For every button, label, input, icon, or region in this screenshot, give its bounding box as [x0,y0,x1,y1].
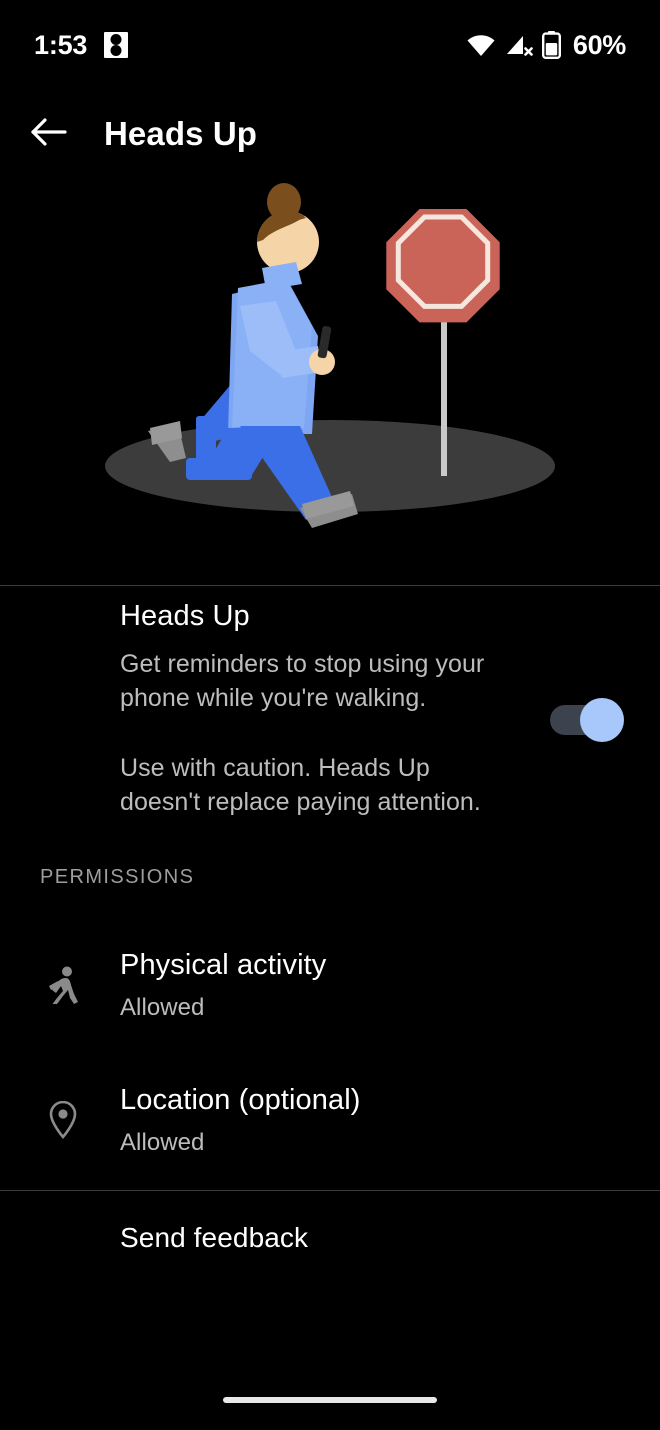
toggle-thumb [580,698,624,742]
location-pin-icon [38,1095,88,1145]
permissions-section-label: PERMISSIONS [40,866,195,888]
back-button[interactable] [20,105,78,163]
send-feedback-label: Send feedback [120,1222,309,1253]
wifi-icon [466,32,496,58]
status-bar-right: 60% [466,30,626,61]
two-dot-square-icon [104,32,129,58]
arrow-back-icon [30,115,68,154]
walking-person-stop-sign-graphic [105,183,555,528]
status-bar: 1:53 60% [0,0,660,90]
heads-up-toggle[interactable] [542,684,624,756]
battery-icon [541,31,561,59]
home-indicator-pill[interactable] [223,1397,437,1403]
page-title: Heads Up [104,115,258,152]
heads-up-description: Get reminders to stop using your phone w… [120,650,485,713]
status-bar-left: 1:53 [34,29,129,61]
hero-illustration [0,176,660,584]
heads-up-text-group: Heads Up Get reminders to stop using you… [120,600,542,819]
send-feedback-row[interactable]: Send feedback [0,1205,660,1271]
heads-up-caution: Use with caution. Heads Up doesn't repla… [120,754,481,817]
permission-row-location[interactable]: Location (optional) Allowed [0,1065,660,1175]
permission-text-location: Location (optional) Allowed [120,1083,361,1157]
divider-above-main [0,585,660,586]
phone-screen: 1:53 60% Heads Up Heads Up Get reminders… [0,0,660,1430]
clock: 1:53 [34,29,88,60]
running-person-icon [38,960,88,1010]
permission-status: Allowed [120,993,205,1021]
permission-row-physical-activity[interactable]: Physical activity Allowed [0,930,660,1040]
toggle-switch-on[interactable] [550,698,624,742]
permission-status: Allowed [120,1128,205,1156]
divider-above-feedback [0,1190,660,1191]
app-bar: Heads Up [0,92,660,176]
permission-title: Location (optional) [120,1084,361,1117]
cellular-off-icon [505,32,533,58]
permission-text-physical-activity: Physical activity Allowed [120,948,326,1022]
battery-percent: 60% [572,29,626,60]
permission-title: Physical activity [120,949,327,982]
heads-up-title: Heads Up [120,600,250,632]
heads-up-settings-block: Heads Up Get reminders to stop using you… [0,600,660,819]
